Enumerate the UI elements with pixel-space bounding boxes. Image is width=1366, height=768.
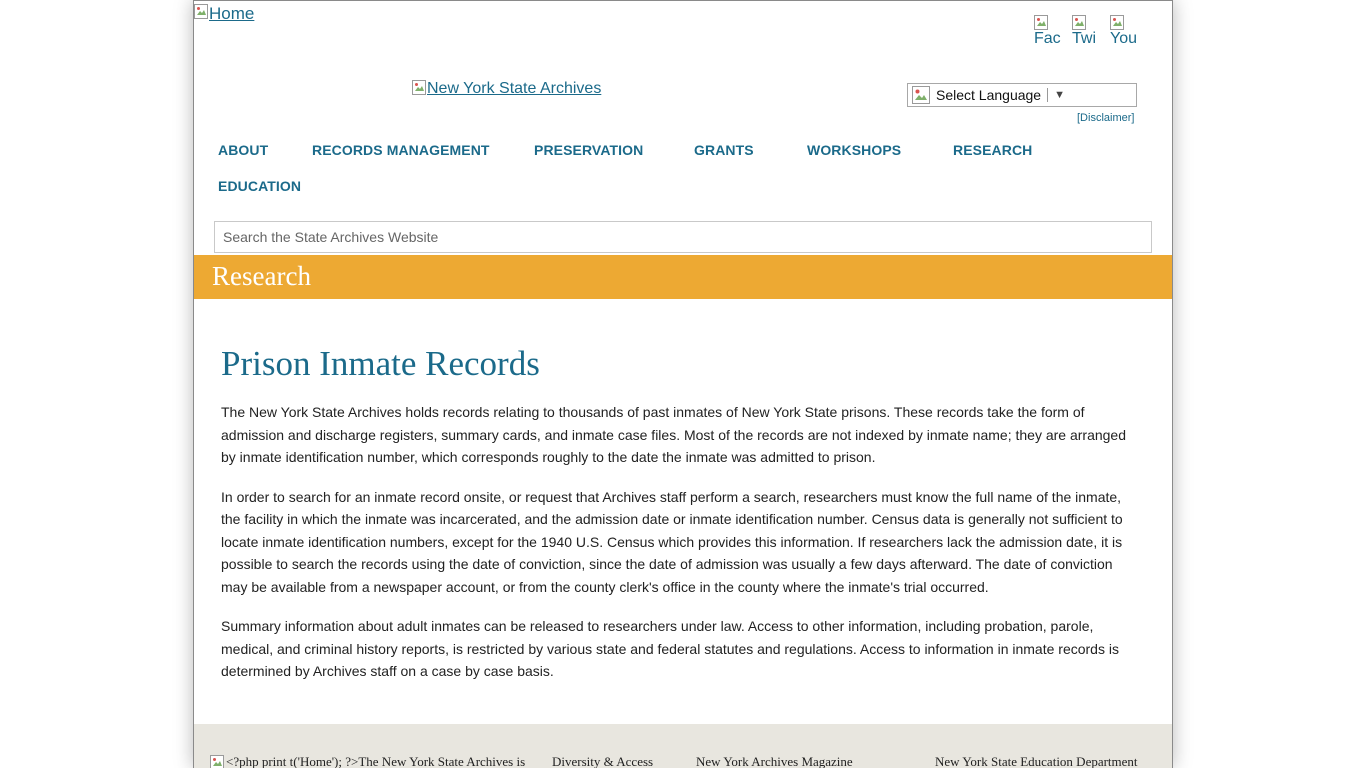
content-paragraph: In order to search for an inmate record … (221, 488, 1123, 595)
home-logo-link[interactable]: Home (194, 4, 254, 24)
nav-item-about[interactable]: ABOUT (218, 142, 268, 158)
twitter-label: Twi (1072, 30, 1096, 47)
nav-item-research[interactable]: RESEARCH (953, 142, 1032, 158)
archives-logo-alt: New York State Archives (427, 80, 602, 97)
youtube-icon (1110, 15, 1124, 30)
broken-image-icon (210, 754, 224, 768)
twitter-icon (1072, 15, 1086, 30)
google-translate-icon (912, 86, 930, 104)
footer-about-text: <?php print t('Home'); ?>The New York St… (226, 754, 526, 768)
broken-image-icon (194, 4, 208, 19)
home-logo-alt: Home (209, 4, 255, 23)
nav-item-records-management[interactable]: RECORDS MANAGEMENT (312, 142, 490, 158)
footer-about: <?php print t('Home'); ?>The New York St… (210, 754, 525, 768)
main-content: Prison Inmate Records The New York State… (221, 341, 1141, 700)
footer-link-diversity-access[interactable]: Diversity & Access (552, 754, 653, 768)
page-title: Prison Inmate Records (221, 344, 540, 383)
footer: <?php print t('Home'); ?>The New York St… (194, 724, 1172, 768)
page-container: Home Fac Twi You New York State Archives (193, 0, 1173, 768)
content-paragraph: The New York State Archives holds record… (221, 404, 1127, 465)
social-links: Fac Twi You (1034, 15, 1138, 48)
twitter-link[interactable]: Twi (1072, 15, 1100, 48)
youtube-link[interactable]: You (1110, 15, 1138, 48)
youtube-label: You (1110, 30, 1137, 47)
nav-item-preservation[interactable]: PRESERVATION (534, 142, 643, 158)
disclaimer-link[interactable]: [Disclaimer] (1077, 112, 1134, 124)
footer-link-archives-magazine[interactable]: New York Archives Magazine (696, 754, 853, 768)
language-select-label: Select Language (936, 87, 1042, 103)
chevron-down-icon: ▼ (1054, 89, 1065, 101)
language-select-divider (1047, 88, 1049, 102)
footer-link-education-department[interactable]: New York State Education Department (935, 754, 1138, 768)
section-banner: Research (194, 255, 1172, 299)
facebook-link[interactable]: Fac (1034, 15, 1062, 48)
facebook-icon (1034, 15, 1048, 30)
archives-logo-link[interactable]: New York State Archives (412, 80, 601, 98)
content-paragraph: Summary information about adult inmates … (221, 618, 1119, 679)
section-title: Research (212, 261, 311, 291)
nav-item-education[interactable]: EDUCATION (218, 178, 301, 194)
language-select[interactable]: Select Language ▼ (907, 83, 1137, 107)
nav-item-grants[interactable]: GRANTS (694, 142, 754, 158)
search-input[interactable] (214, 221, 1152, 253)
broken-image-icon (412, 80, 426, 95)
nav-item-workshops[interactable]: WORKSHOPS (807, 142, 901, 158)
facebook-label: Fac (1034, 30, 1061, 47)
